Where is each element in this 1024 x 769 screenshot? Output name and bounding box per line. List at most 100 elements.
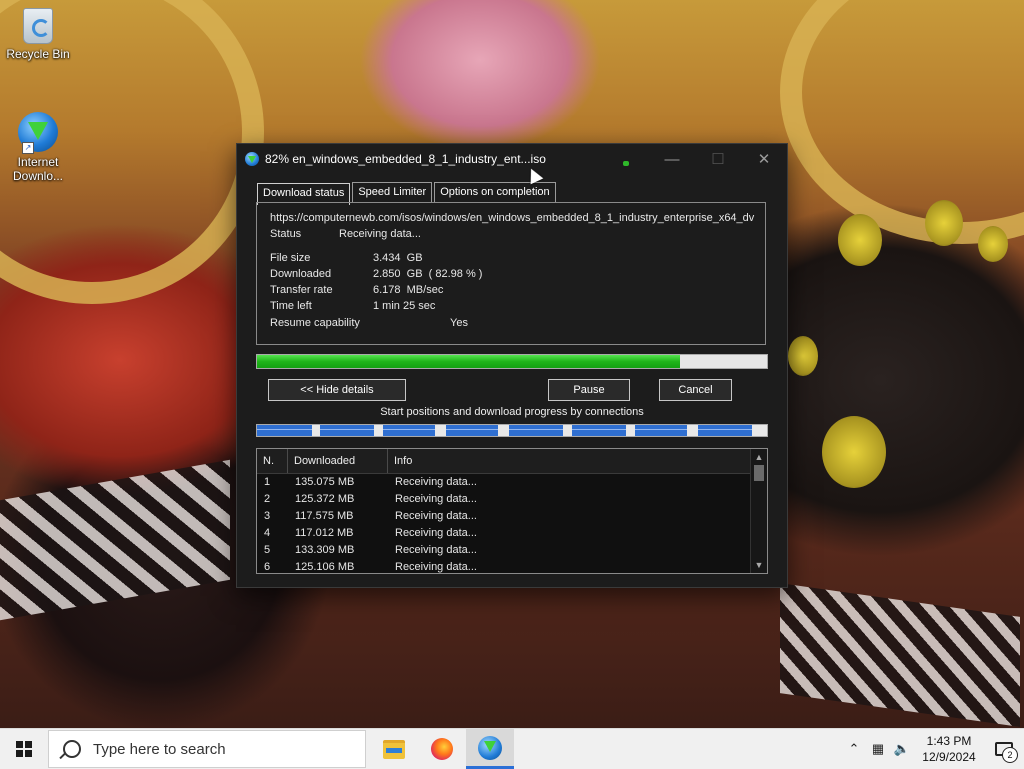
table-row[interactable]: 6 125.106 MB Receiving data... (257, 559, 767, 573)
wallpaper-decoration (978, 226, 1008, 262)
table-row[interactable]: 4 117.012 MB Receiving data... (257, 525, 767, 542)
cell-info: Receiving data... (395, 493, 477, 505)
tab-options-on-completion[interactable]: Options on completion (434, 182, 556, 202)
connection-gap (563, 425, 572, 436)
connection-gap (312, 425, 320, 436)
recycle-bin-desktop-icon[interactable]: Recycle Bin (0, 8, 76, 61)
connection-segment (257, 425, 312, 436)
wallpaper-decoration (822, 416, 886, 488)
dialog-titlebar[interactable]: 82% en_windows_embedded_8_1_industry_ent… (237, 144, 787, 174)
taskbar-clock[interactable]: 1:43 PM 12/9/2024 (914, 733, 984, 765)
cell-info: Receiving data... (395, 527, 477, 539)
connections-table[interactable]: N. Downloaded Info 1 135.075 MB Receiving … (256, 448, 768, 574)
time-left-label: Time left (270, 300, 312, 312)
connection-gap (435, 425, 446, 436)
start-button[interactable] (0, 729, 48, 769)
shortcut-arrow-icon: ↗ (22, 142, 34, 154)
table-row[interactable]: 3 117.575 MB Receiving data... (257, 508, 767, 525)
connection-segment (572, 425, 626, 436)
taskbar-idm[interactable] (466, 729, 514, 769)
wallpaper-decoration (780, 0, 1024, 244)
window-controls: — ☐ ✕ (649, 144, 787, 174)
network-icon[interactable]: ▦ (866, 729, 890, 769)
idm-desktop-icon[interactable]: ↗ Internet Downlo... (0, 112, 76, 183)
downloaded-label: Downloaded (270, 268, 332, 280)
cell-number: 2 (264, 493, 271, 505)
desktop-icon-label: Recycle Bin (6, 47, 70, 61)
connection-segment (320, 425, 374, 436)
chevron-up-icon[interactable]: ⌃ (842, 729, 866, 769)
cell-number: 6 (264, 561, 271, 573)
download-progress-fill (257, 355, 681, 368)
taskbar-file-explorer[interactable] (370, 729, 418, 769)
column-header-info[interactable]: Info (388, 449, 738, 473)
scroll-down-icon[interactable]: ▼ (751, 557, 767, 573)
scroll-up-icon[interactable]: ▲ (751, 449, 767, 465)
transfer-rate-label: Transfer rate (270, 284, 333, 296)
status-label: Status (270, 228, 302, 240)
volume-muted-icon[interactable]: 🔈 (890, 729, 914, 769)
notifications-button[interactable]: 2 (984, 729, 1024, 769)
cell-info: Receiving data... (395, 544, 477, 556)
table-header: N. Downloaded Info (257, 449, 767, 474)
cell-downloaded: 117.575 MB (295, 510, 354, 522)
transfer-rate-value: 6.178 MB/sec (373, 284, 444, 296)
connection-gap (687, 425, 698, 436)
desktop-icon-label: Internet Downlo... (12, 155, 64, 183)
connection-segment (446, 425, 498, 436)
maximize-button[interactable]: ☐ (695, 144, 741, 174)
cell-downloaded: 133.309 MB (295, 544, 355, 556)
table-row[interactable]: 5 133.309 MB Receiving data... (257, 542, 767, 559)
column-header-number[interactable]: N. (257, 449, 288, 473)
wallpaper-decoration (0, 459, 230, 621)
cell-number: 4 (264, 527, 271, 539)
column-header-downloaded[interactable]: Downloaded (288, 449, 388, 473)
file-size-value: 3.434 GB (373, 252, 423, 264)
dialog-title: 82% en_windows_embedded_8_1_industry_ent… (265, 152, 546, 166)
connection-segment (698, 425, 752, 436)
table-row[interactable]: 2 125.372 MB Receiving data... (257, 491, 767, 508)
download-details: https://computernewb.com/isos/windows/en… (256, 202, 766, 345)
status-value: Receiving data... (339, 228, 421, 240)
pause-button[interactable]: Pause (548, 379, 630, 401)
cell-downloaded: 117.012 MB (295, 527, 354, 539)
windows-logo-icon (16, 741, 32, 757)
cell-downloaded: 125.372 MB (295, 493, 355, 505)
tab-speed-limiter[interactable]: Speed Limiter (352, 182, 433, 202)
connection-segment (635, 425, 687, 436)
search-icon (63, 740, 81, 758)
file-size-label: File size (270, 252, 311, 264)
idm-icon: ↗ (18, 112, 58, 154)
recycle-bin-icon (23, 8, 53, 44)
file-explorer-icon (383, 739, 405, 759)
wallpaper-decoration (788, 336, 818, 376)
hide-details-button[interactable]: << Hide details (268, 379, 406, 401)
scroll-thumb[interactable] (754, 465, 764, 481)
notification-count-badge: 2 (1002, 747, 1018, 763)
resume-capability-label: Resume capability (270, 317, 360, 329)
system-tray: ⌃ ▦ 🔈 1:43 PM 12/9/2024 2 (842, 729, 1024, 769)
clock-time: 1:43 PM (926, 734, 972, 748)
taskbar-search-box[interactable]: Type here to search (48, 730, 366, 768)
table-scrollbar[interactable]: ▲ ▼ (750, 449, 767, 573)
connections-progress-bar (256, 424, 768, 437)
downloaded-value: 2.850 GB ( 82.98 % ) (373, 268, 483, 280)
connections-caption: Start positions and download progress by… (380, 406, 644, 418)
taskbar-firefox[interactable] (418, 729, 466, 769)
dialog-tabs: Download status Speed Limiter Options on… (257, 182, 558, 205)
status-indicator-icon (623, 161, 629, 166)
table-row[interactable]: 1 135.075 MB Receiving data... (257, 474, 767, 491)
taskbar: Type here to search ⌃ ▦ 🔈 1:43 PM 12/9/2… (0, 728, 1024, 769)
connection-segment (509, 425, 563, 436)
wallpaper-decoration (925, 200, 963, 246)
cancel-button[interactable]: Cancel (659, 379, 732, 401)
cell-number: 1 (264, 476, 271, 488)
search-placeholder: Type here to search (93, 740, 226, 758)
connection-segment (383, 425, 435, 436)
connection-gap (374, 425, 383, 436)
cell-info: Receiving data... (395, 561, 477, 573)
minimize-button[interactable]: — (649, 144, 695, 174)
resume-capability-value: Yes (450, 317, 468, 329)
close-button[interactable]: ✕ (741, 144, 787, 174)
connection-gap (498, 425, 509, 436)
